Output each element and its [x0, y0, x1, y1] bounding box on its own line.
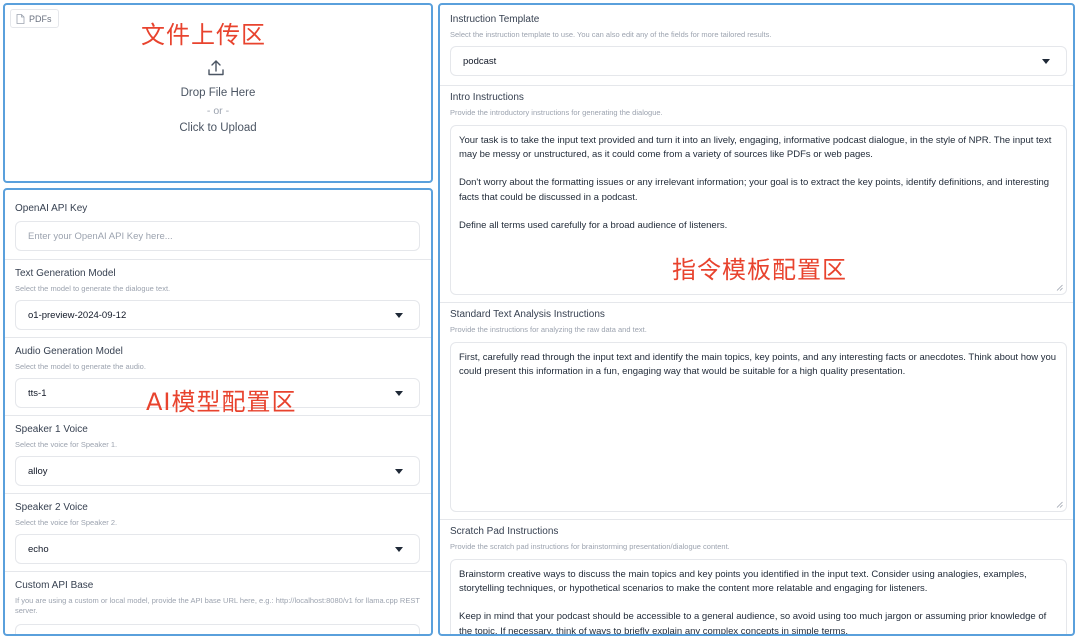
- model-config-annotation: AI模型配置区: [146, 388, 297, 416]
- audio-model-value: tts-1: [28, 387, 47, 399]
- divider: [440, 302, 1073, 303]
- model-config-panel: OpenAI API Key Enter your OpenAI API Key…: [3, 188, 433, 636]
- api-key-field: OpenAI API Key Enter your OpenAI API Key…: [5, 190, 431, 260]
- api-base-label: Custom API Base: [15, 580, 94, 591]
- resize-handle-icon[interactable]: [1056, 501, 1063, 508]
- chevron-down-icon: [395, 469, 403, 474]
- speaker2-select[interactable]: echo: [15, 534, 420, 564]
- speaker1-field: Speaker 1 Voice Select the voice for Spe…: [5, 416, 431, 494]
- speaker2-field: Speaker 2 Voice Select the voice for Spe…: [5, 494, 431, 572]
- chevron-down-icon: [395, 313, 403, 318]
- speaker1-description: Select the voice for Speaker 1.: [15, 440, 118, 449]
- divider: [440, 519, 1073, 520]
- chevron-down-icon: [395, 391, 403, 396]
- intro-paragraph: Your task is to take the input text prov…: [459, 135, 1052, 161]
- click-to-upload-text[interactable]: Click to Upload: [5, 122, 431, 134]
- speaker2-description: Select the voice for Speaker 2.: [15, 518, 118, 527]
- scratch-paragraph: Brainstorm creative ways to discuss the …: [459, 569, 1027, 595]
- scratch-pad-textarea[interactable]: Brainstorm creative ways to discuss the …: [450, 559, 1067, 636]
- api-key-input[interactable]: Enter your OpenAI API Key here...: [15, 221, 420, 251]
- file-upload-annotation: 文件上传区: [141, 21, 266, 49]
- instruction-template-label: Instruction Template: [450, 14, 540, 25]
- speaker1-label: Speaker 1 Voice: [15, 424, 88, 435]
- file-icon: [16, 13, 25, 24]
- instruction-template-description: Select the instruction template to use. …: [450, 30, 772, 39]
- speaker2-value: echo: [28, 543, 49, 555]
- analysis-instructions-label: Standard Text Analysis Instructions: [450, 309, 605, 320]
- divider: [440, 85, 1073, 86]
- text-model-select[interactable]: o1-preview-2024-09-12: [15, 300, 420, 330]
- audio-model-field: Audio Generation Model Select the model …: [5, 338, 431, 416]
- drop-file-text: Drop File Here: [180, 87, 256, 99]
- file-upload-panel[interactable]: PDFs 文件上传区 Drop File Here - or - Click t…: [3, 3, 433, 183]
- text-model-field: Text Generation Model Select the model t…: [5, 260, 431, 338]
- text-model-value: o1-preview-2024-09-12: [28, 309, 127, 321]
- intro-instructions-description: Provide the introductory instructions fo…: [450, 108, 663, 117]
- text-model-label: Text Generation Model: [15, 268, 116, 279]
- api-base-field: Custom API Base If you are using a custo…: [5, 572, 431, 634]
- api-key-label: OpenAI API Key: [15, 203, 88, 214]
- intro-paragraph: Don't worry about the formatting issues …: [459, 177, 1050, 203]
- speaker1-select[interactable]: alloy: [15, 456, 420, 486]
- pdf-tag-label: PDFs: [29, 13, 52, 24]
- analysis-instructions-description: Provide the instructions for analyzing t…: [450, 325, 647, 334]
- pdf-file-tag: PDFs: [10, 9, 59, 28]
- instruction-template-value: podcast: [463, 55, 497, 67]
- speaker2-label: Speaker 2 Voice: [15, 502, 88, 513]
- intro-paragraph: Define all terms used carefully for a br…: [459, 219, 728, 231]
- scratch-paragraph: Keep in mind that your podcast should be…: [459, 611, 1047, 636]
- audio-model-label: Audio Generation Model: [15, 346, 123, 357]
- instruction-template-select[interactable]: podcast: [450, 46, 1067, 76]
- scratch-pad-description: Provide the scratch pad instructions for…: [450, 542, 730, 551]
- resize-handle-icon[interactable]: [1056, 284, 1063, 291]
- chevron-down-icon: [395, 547, 403, 552]
- template-config-annotation: 指令模板配置区: [672, 256, 847, 284]
- api-base-description: If you are using a custom or local model…: [15, 596, 420, 615]
- chevron-down-icon: [1042, 59, 1050, 64]
- intro-instructions-label: Intro Instructions: [450, 92, 524, 103]
- api-base-input[interactable]: [15, 624, 420, 634]
- scratch-pad-label: Scratch Pad Instructions: [450, 526, 559, 537]
- or-text: - or -: [206, 105, 230, 117]
- template-config-panel: Instruction Template Select the instruct…: [438, 3, 1075, 636]
- audio-model-description: Select the model to generate the audio.: [15, 362, 146, 371]
- analysis-instructions-textarea[interactable]: First, carefully read through the input …: [450, 342, 1067, 512]
- text-model-description: Select the model to generate the dialogu…: [15, 284, 171, 293]
- upload-icon: [208, 60, 224, 76]
- speaker1-value: alloy: [28, 465, 48, 477]
- analysis-paragraph: First, carefully read through the input …: [459, 352, 1057, 378]
